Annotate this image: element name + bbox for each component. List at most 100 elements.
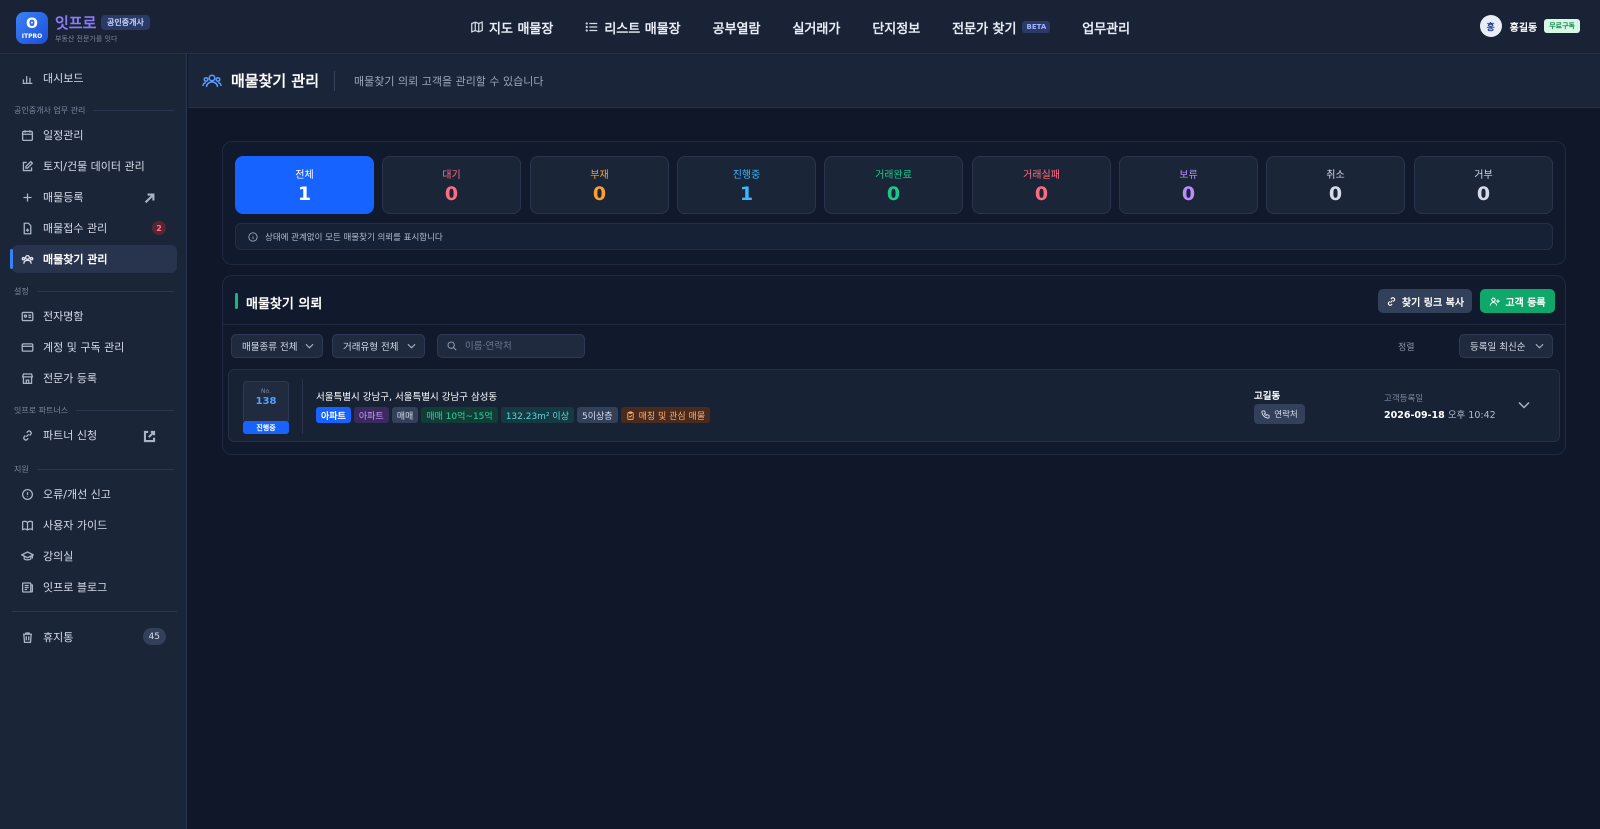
user-name[interactable]: 홍길동 bbox=[1510, 19, 1538, 34]
external-link-icon bbox=[143, 430, 156, 443]
itpro-logo[interactable]: ʘ ITPRO bbox=[16, 12, 48, 44]
tag-matching-listings[interactable]: 매칭 및 관심 매물 bbox=[620, 407, 711, 423]
sidebar-item-business-card[interactable]: 전자명함 bbox=[12, 302, 177, 330]
stat-card-cancelled[interactable]: 취소 0 bbox=[1266, 156, 1405, 214]
sidebar-item-land-data[interactable]: 토지/건물 데이터 관리 bbox=[12, 152, 177, 180]
sort-label: 정렬 bbox=[1398, 343, 1415, 353]
tag-floor: 5이상층 bbox=[576, 407, 618, 423]
sidebar-item-account[interactable]: 계정 및 구독 관리 bbox=[12, 333, 177, 361]
sidebar-item-guide[interactable]: 사용자 가이드 bbox=[12, 511, 177, 539]
stat-card-completed[interactable]: 거래완료 0 bbox=[824, 156, 963, 214]
sort-select[interactable]: 등록일 최신순 bbox=[1459, 334, 1553, 358]
beta-badge: BETA bbox=[1022, 21, 1051, 33]
page-header: 매물찾기 관리 매물찾기 의뢰 고객을 관리할 수 있습니다 bbox=[188, 54, 1600, 108]
users-icon bbox=[21, 254, 34, 264]
button-label: 찾기 링크 복사 bbox=[1401, 297, 1465, 309]
sidebar-item-listing-register[interactable]: 매물등록 bbox=[12, 183, 177, 211]
sidebar-item-expert-register[interactable]: 전문가 등록 bbox=[12, 364, 177, 392]
stat-card-on-hold[interactable]: 보류 0 bbox=[1119, 156, 1258, 214]
sidebar-item-report[interactable]: 오류/개선 신고 bbox=[12, 480, 177, 508]
contact-button[interactable]: 연락처 bbox=[1254, 404, 1305, 424]
stat-value: 1 bbox=[297, 183, 312, 205]
sidebar-item-label: 매물찾기 관리 bbox=[43, 253, 108, 266]
stat-card-rejected[interactable]: 거부 0 bbox=[1414, 156, 1553, 214]
select-value: 등록일 최신순 bbox=[1470, 342, 1526, 353]
stat-label: 거래실패 bbox=[1023, 170, 1060, 181]
nav-label: 단지정보 bbox=[872, 21, 921, 37]
brand-name[interactable]: 잇프로 bbox=[55, 12, 96, 33]
edit-icon bbox=[22, 160, 34, 171]
brand-badge: 공인중개사 bbox=[101, 15, 150, 30]
registration-label: 고객등록일 bbox=[1384, 394, 1424, 404]
stat-card-waiting[interactable]: 대기 0 bbox=[382, 156, 521, 214]
section-label: 설정 bbox=[14, 287, 29, 296]
stat-value: 0 bbox=[1181, 183, 1196, 205]
search-box[interactable] bbox=[437, 334, 585, 358]
sidebar-item-partner-apply[interactable]: 파트너 신청 bbox=[12, 421, 177, 449]
store-icon bbox=[21, 372, 34, 384]
search-input[interactable] bbox=[465, 340, 575, 352]
sidebar-item-trash[interactable]: 휴지통 45 bbox=[12, 623, 177, 651]
notification-badge: 2 bbox=[152, 221, 166, 235]
stat-card-in-progress[interactable]: 진행중 1 bbox=[677, 156, 816, 214]
stat-card-absent[interactable]: 부재 0 bbox=[530, 156, 669, 214]
sidebar: 대시보드 공인중개사 업무 관리 일정관리 토지/건물 데이터 관리 매물등록 … bbox=[0, 54, 187, 829]
chevron-down-icon[interactable] bbox=[1518, 401, 1530, 409]
sidebar-section-work: 공인중개사 업무 관리 bbox=[14, 105, 174, 116]
stat-label: 거부 bbox=[1474, 170, 1493, 181]
user-menu[interactable]: 홍 홍길동 무료구독 bbox=[1479, 15, 1580, 37]
sidebar-item-listing-search[interactable]: 매물찾기 관리 bbox=[10, 245, 177, 273]
search-icon bbox=[447, 341, 457, 351]
deal-type-select[interactable]: 거래유형 전체 bbox=[332, 334, 425, 358]
sidebar-item-label: 잇프로 블로그 bbox=[43, 581, 108, 594]
sidebar-item-schedule[interactable]: 일정관리 bbox=[12, 121, 177, 149]
add-customer-button[interactable]: 고객 등록 bbox=[1480, 289, 1555, 313]
sidebar-item-listing-intake[interactable]: 매물접수 관리 2 bbox=[12, 214, 177, 242]
tag-property-type: 아파트 bbox=[316, 407, 351, 423]
sidebar-item-blog[interactable]: 잇프로 블로그 bbox=[12, 573, 177, 601]
map-icon bbox=[471, 21, 483, 33]
nav-public-records[interactable]: 공부열람 bbox=[713, 18, 761, 37]
request-card[interactable]: No. 138 진행중 서울특별시 강남구, 서울특별시 강남구 삼성동 아파트… bbox=[228, 369, 1560, 442]
tag-label: 매칭 및 관심 매물 bbox=[638, 411, 706, 422]
list-icon bbox=[585, 22, 598, 32]
request-address: 서울특별시 강남구, 서울특별시 강남구 삼성동 bbox=[316, 392, 498, 403]
status-summary-panel: 전체 1 대기 0 부재 0 진행중 1 거래완료 0 거래실패 0 보류 0 … bbox=[222, 141, 1566, 265]
tag-price-range: 매매 10억~15억 bbox=[421, 407, 498, 423]
sidebar-divider bbox=[12, 611, 177, 612]
nav-complex-info[interactable]: 단지정보 bbox=[872, 18, 920, 37]
stat-label: 대기 bbox=[442, 170, 461, 181]
sidebar-item-label: 계정 및 구독 관리 bbox=[43, 341, 125, 354]
request-tags: 아파트 아파트 매매 매매 10억~15억 132.23m² 이상 5이상층 매… bbox=[316, 407, 711, 423]
nav-find-expert[interactable]: 전문가 찾기 BETA bbox=[952, 18, 1051, 37]
stat-card-all[interactable]: 전체 1 bbox=[235, 156, 374, 214]
brand-tagline: 부동산 전문가를 잇다 bbox=[55, 35, 118, 43]
link-icon bbox=[1387, 296, 1396, 306]
sidebar-item-classroom[interactable]: 강의실 bbox=[12, 542, 177, 570]
stat-label: 전체 bbox=[295, 170, 314, 181]
link-icon bbox=[23, 429, 32, 441]
listing-type-select[interactable]: 매물종류 전체 bbox=[231, 334, 323, 358]
nav-map-listings[interactable]: 지도 매물장 bbox=[470, 18, 553, 37]
copy-link-button[interactable]: 찾기 링크 복사 bbox=[1378, 289, 1472, 313]
request-number-box: No. 138 bbox=[243, 381, 289, 423]
book-icon bbox=[21, 520, 34, 531]
requests-title: 매물찾기 의뢰 bbox=[246, 297, 323, 312]
sidebar-section-support: 지원 bbox=[14, 464, 174, 475]
nav-work-management[interactable]: 업무관리 bbox=[1082, 18, 1130, 37]
nav-list-listings[interactable]: 리스트 매물장 bbox=[585, 18, 681, 37]
nav-actual-prices[interactable]: 실거래가 bbox=[792, 18, 840, 37]
avatar[interactable]: 홍 bbox=[1479, 15, 1502, 37]
arrow-up-right-icon bbox=[144, 193, 155, 204]
sidebar-item-label: 대시보드 bbox=[43, 72, 84, 85]
plan-badge: 무료구독 bbox=[1544, 19, 1580, 33]
sidebar-item-dashboard[interactable]: 대시보드 bbox=[12, 64, 177, 92]
credit-card-icon bbox=[21, 342, 34, 352]
nav-label: 리스트 매물장 bbox=[604, 21, 681, 37]
logo-small-text: ITPRO bbox=[21, 32, 43, 40]
stat-card-failed[interactable]: 거래실패 0 bbox=[972, 156, 1111, 214]
chevron-down-icon bbox=[305, 343, 314, 349]
sidebar-item-label: 휴지통 bbox=[43, 631, 74, 644]
select-value: 매물종류 전체 bbox=[242, 342, 298, 353]
calendar-icon bbox=[21, 129, 34, 141]
